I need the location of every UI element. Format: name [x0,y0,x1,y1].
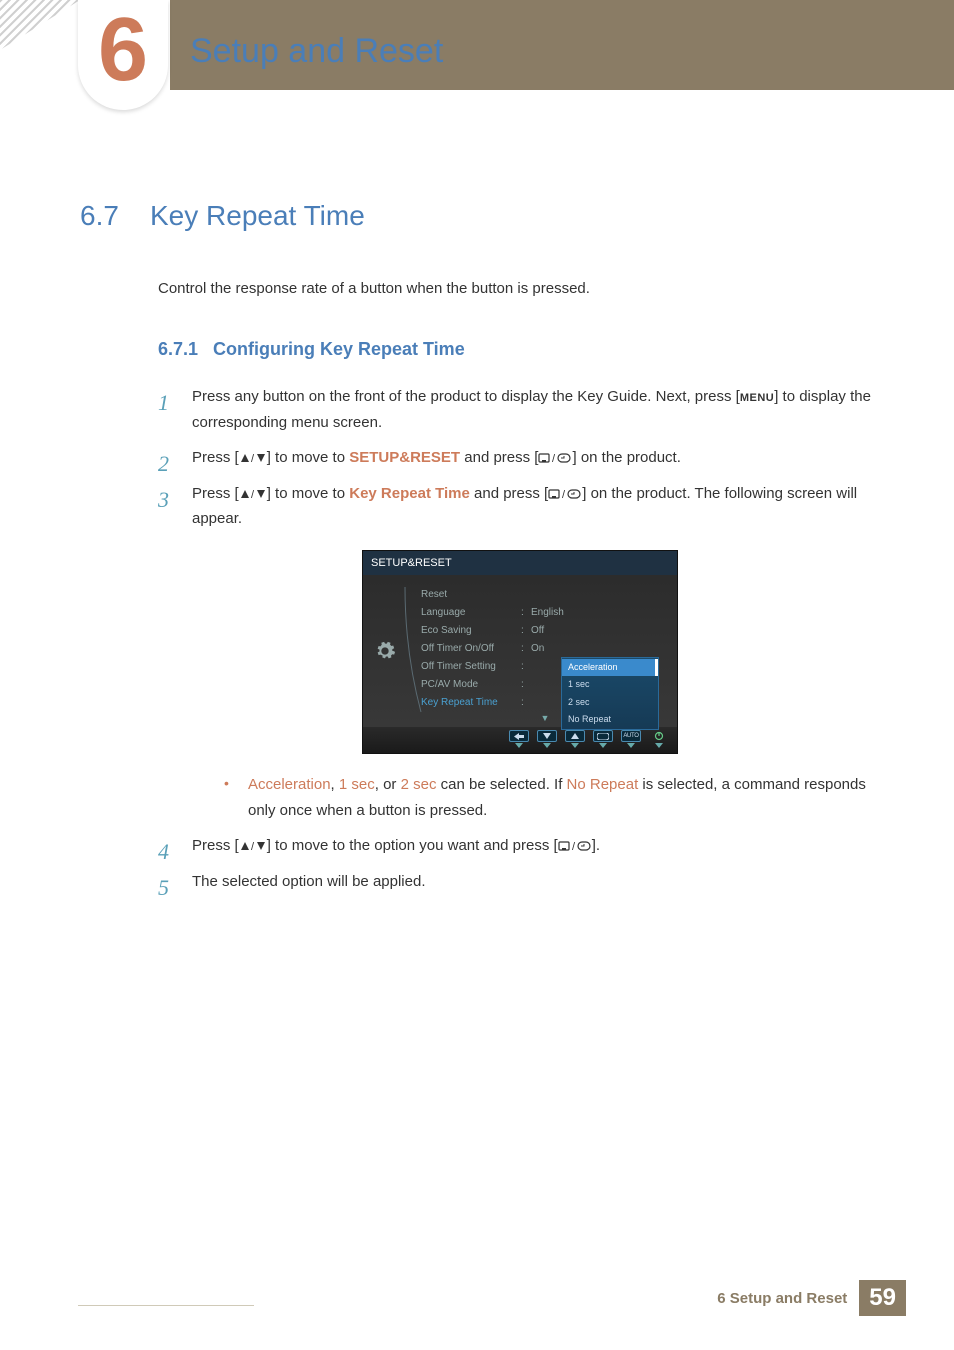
step-2: 2 Press [/] to move to SETUP&RESET and p… [158,445,874,471]
step-number-5: 5 [158,869,169,906]
svg-text:/: / [562,489,566,500]
svg-text:/: / [251,841,255,852]
section-title: Key Repeat Time [150,200,365,231]
osd-option-2sec: 2 sec [562,694,658,711]
footer-rule [78,1305,254,1306]
step-2-text-a: Press [ [192,449,239,466]
svg-text:/: / [552,453,556,464]
svg-text:/: / [251,489,255,500]
osd-category-icon-area [363,575,407,727]
up-down-icon: / [239,837,267,854]
step-5-text: The selected option will be applied. [192,873,425,890]
osd-option-1sec: 1 sec [562,676,658,693]
source-enter-icon: / [538,449,572,466]
step-4-text-b: ] to move to the option you want and pre… [267,837,558,854]
step-number-4: 4 [158,833,169,870]
osd-btn-enter [593,730,613,748]
kw-acceleration: Acceleration [248,776,331,793]
menu-key-label: MENU [740,392,774,404]
osd-btn-auto: AUTO [621,730,641,748]
step-3-text-b: ] to move to [267,485,350,502]
kw-1sec: 1 sec [339,776,375,793]
step-2-text-c: and press [ [460,449,538,466]
osd-row-reset: Reset [421,585,669,603]
osd-option-acceleration: Acceleration [562,659,658,676]
chapter-number: 6 [98,5,148,95]
step-4-text-c: ]. [592,837,600,854]
steps-list: 1 Press any button on the front of the p… [158,384,874,894]
step-3-text-c: and press [ [470,485,548,502]
svg-text:/: / [251,453,255,464]
step-5: 5 The selected option will be applied. [158,869,874,895]
step-3-notes: Acceleration, 1 sec, or 2 sec can be sel… [224,772,874,823]
step-4: 4 Press [/] to move to the option you wa… [158,833,874,859]
subsection-number: 6.7.1 [158,339,213,360]
note-repeat-options: Acceleration, 1 sec, or 2 sec can be sel… [224,772,874,823]
step-2-text-d: ] on the product. [572,449,680,466]
subsection-title: Configuring Key Repeat Time [213,339,465,359]
step-2-highlight: SETUP&RESET [349,449,460,466]
chapter-badge: 6 [78,0,168,110]
osd-footer-buttons: AUTO [363,727,677,753]
gear-icon [374,640,396,662]
kw-norepeat: No Repeat [567,776,639,793]
step-3-highlight: Key Repeat Time [349,485,470,502]
section-number: 6.7 [80,200,150,232]
up-down-icon: / [239,449,267,466]
step-3-text-a: Press [ [192,485,239,502]
step-3: 3 Press [ / ] to move to Key Repeat Time a… [158,481,874,824]
step-4-text-a: Press [ [192,837,239,854]
kw-2sec: 2 sec [401,776,437,793]
section-heading: 6.7Key Repeat Time [80,200,874,232]
section-intro: Control the response rate of a button wh… [158,280,874,297]
osd-btn-power [649,730,669,748]
footer-chapter-ref: 6 Setup and Reset [717,1290,847,1307]
source-enter-icon: / [548,485,582,502]
osd-body: Reset Language:English Eco Saving:Off Of… [363,575,677,727]
step-2-text-b: ] to move to [267,449,350,466]
page-footer: 6 Setup and Reset 59 [717,1280,906,1316]
step-number-2: 2 [158,445,169,482]
content-area: 6.7Key Repeat Time Control the response … [0,90,954,894]
osd-btn-up [565,730,585,748]
subsection-heading: 6.7.1Configuring Key Repeat Time [158,339,874,360]
chapter-title: Setup and Reset [190,32,443,71]
osd-row-eco: Eco Saving:Off [421,621,669,639]
step-number-3: 3 [158,481,169,518]
step-1-text-a: Press any button on the front of the pro… [192,388,740,405]
step-1: 1 Press any button on the front of the p… [158,384,874,435]
svg-text:/: / [572,841,576,852]
osd-options-popup: Acceleration 1 sec 2 sec No Repeat [561,657,659,730]
osd-title: SETUP&RESET [363,551,677,576]
chapter-header: 6 Setup and Reset [0,0,954,90]
up-down-icon: / [239,485,267,502]
osd-screenshot: SETUP&RESET Reset Language:English [362,550,874,755]
osd-option-norepeat: No Repeat [562,711,658,728]
page-number: 59 [859,1280,906,1316]
source-enter-icon: / [558,837,592,854]
osd-row-language: Language:English [421,603,669,621]
hatch-pattern [0,0,80,50]
step-number-1: 1 [158,384,169,421]
osd-panel: SETUP&RESET Reset Language:English [362,550,678,755]
osd-row-offtimer: Off Timer On/Off:On [421,639,669,657]
osd-btn-back [509,730,529,748]
osd-btn-down [537,730,557,748]
